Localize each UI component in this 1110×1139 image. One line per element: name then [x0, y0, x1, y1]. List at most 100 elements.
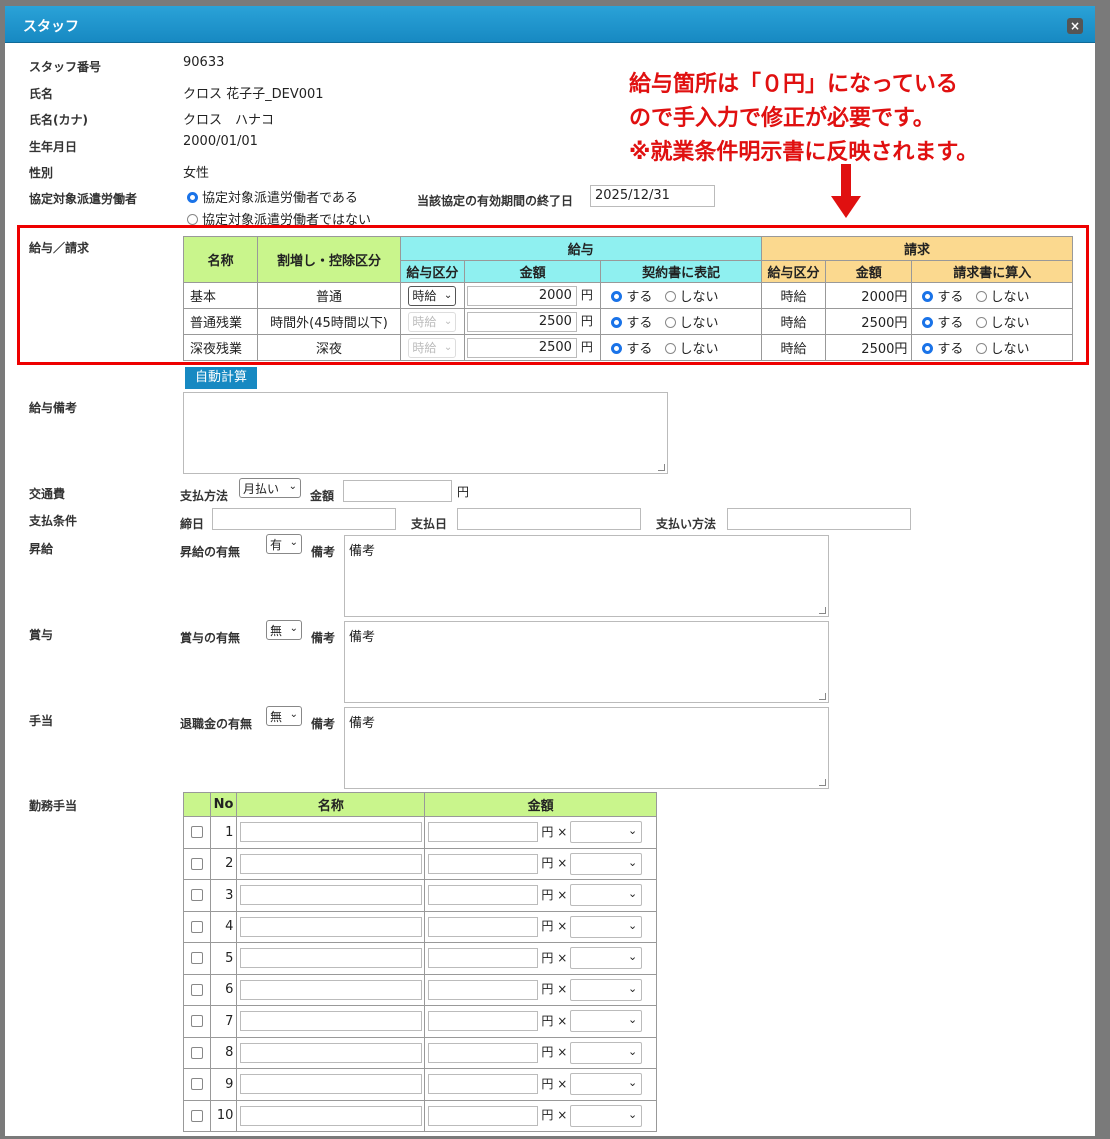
row-multiplier-select[interactable]: ⌄ [570, 821, 643, 844]
row-checkbox[interactable] [190, 983, 203, 996]
dispatch-yes-option[interactable]: 協定対象派遣労働者である [187, 187, 358, 206]
transport-amount-input[interactable] [343, 480, 452, 502]
row-suffix: 円 × [541, 856, 568, 871]
raise-select[interactable]: 有 ⌄ [266, 534, 302, 554]
row-amount-input[interactable] [428, 948, 539, 969]
row-name-input[interactable] [240, 916, 423, 937]
row-multiplier-select[interactable]: ⌄ [570, 915, 643, 938]
row-checkbox[interactable] [190, 1109, 203, 1122]
row-no: 2 [209, 847, 238, 880]
radio-unselected-icon[interactable] [187, 214, 198, 225]
chevron-down-icon: ⌄ [628, 950, 638, 964]
row-name-input[interactable] [240, 822, 423, 843]
header-name: 名称 [236, 792, 426, 817]
table-row: 3 円 × ⌄ [183, 879, 657, 912]
row-check-cell [183, 973, 211, 1006]
row-multiplier-select[interactable]: ⌄ [570, 884, 643, 907]
row-amount-input[interactable] [428, 885, 539, 906]
row-name-input[interactable] [240, 979, 423, 1000]
resize-grip-icon[interactable] [658, 464, 665, 471]
row-suffix: 円 × [541, 982, 568, 997]
row-amount-input[interactable] [428, 1011, 539, 1032]
row-multiplier-select[interactable]: ⌄ [570, 1041, 643, 1064]
bonus-sub-label: 賞与の有無 [180, 631, 241, 645]
salary-note-textarea[interactable] [183, 392, 668, 474]
row-name-cell [236, 910, 426, 943]
row-name-input[interactable] [240, 948, 423, 969]
row-multiplier-select[interactable]: ⌄ [570, 1104, 643, 1127]
transport-method-select[interactable]: 月払い ⌄ [239, 478, 301, 498]
raise-note-textarea[interactable]: 備考 [344, 535, 829, 617]
row-checkbox[interactable] [190, 857, 203, 870]
row-name-input[interactable] [240, 1011, 423, 1032]
row-amount-input[interactable] [428, 1042, 539, 1063]
row-amount-input[interactable] [428, 822, 539, 843]
birth-value: 2000/01/01 [183, 134, 258, 149]
row-suffix: 円 × [541, 1108, 568, 1123]
row-amount-input[interactable] [428, 979, 539, 1000]
bonus-note-label: 備考 [311, 631, 336, 645]
row-name-input[interactable] [240, 1042, 423, 1063]
allowance-note-label: 備考 [311, 717, 336, 731]
bonus-select[interactable]: 無 ⌄ [266, 620, 302, 640]
chevron-down-icon: ⌄ [289, 623, 298, 634]
allowance-select[interactable]: 無 ⌄ [266, 706, 302, 726]
row-checkbox[interactable] [190, 1046, 203, 1059]
chevron-down-icon: ⌄ [628, 855, 638, 869]
row-multiplier-select[interactable]: ⌄ [570, 1073, 643, 1096]
row-amount-cell: 円 × ⌄ [424, 1099, 657, 1132]
row-name-input[interactable] [240, 853, 423, 874]
allowance-note-textarea[interactable]: 備考 [344, 707, 829, 789]
row-multiplier-select[interactable]: ⌄ [570, 852, 643, 875]
expiry-input[interactable]: 2025/12/31 [590, 185, 715, 207]
row-amount-input[interactable] [428, 1105, 539, 1126]
radio-selected-icon[interactable] [187, 192, 198, 203]
row-suffix: 円 × [541, 1013, 568, 1028]
close-icon[interactable]: × [1067, 18, 1083, 34]
row-check-cell [183, 1099, 211, 1132]
name-label: 氏名 [29, 87, 54, 101]
table-row: 7 円 × ⌄ [183, 1005, 657, 1038]
row-amount-input[interactable] [428, 853, 539, 874]
raise-sub-label: 昇給の有無 [180, 545, 241, 559]
pay-method-input[interactable] [727, 508, 911, 530]
resize-grip-icon[interactable] [819, 779, 826, 786]
gender-value: 女性 [183, 166, 210, 181]
table-row: 9 円 × ⌄ [183, 1068, 657, 1101]
down-arrow-icon [831, 164, 861, 218]
row-name-input[interactable] [240, 1074, 423, 1095]
row-checkbox[interactable] [190, 889, 203, 902]
pay-day-input[interactable] [457, 508, 641, 530]
row-checkbox[interactable] [190, 1078, 203, 1091]
auto-calc-button[interactable]: 自動計算 [185, 367, 257, 389]
row-amount-cell: 円 × ⌄ [424, 910, 657, 943]
row-multiplier-select[interactable]: ⌄ [570, 1010, 643, 1033]
bonus-label: 賞与 [29, 628, 54, 642]
title-bar: スタッフ × [5, 6, 1095, 43]
row-name-cell [236, 1099, 426, 1132]
row-multiplier-select[interactable]: ⌄ [570, 978, 643, 1001]
header-check [183, 792, 211, 817]
row-name-input[interactable] [240, 1105, 423, 1126]
row-checkbox[interactable] [190, 952, 203, 965]
row-checkbox[interactable] [190, 826, 203, 839]
row-name-input[interactable] [240, 885, 423, 906]
row-check-cell [183, 1005, 211, 1038]
closing-day-input[interactable] [212, 508, 396, 530]
transport-label: 交通費 [29, 487, 66, 501]
row-checkbox[interactable] [190, 1015, 203, 1028]
payment-label: 支払条件 [29, 514, 78, 528]
work-allowance-label: 勤務手当 [29, 799, 78, 813]
resize-grip-icon[interactable] [819, 607, 826, 614]
row-amount-input[interactable] [428, 916, 539, 937]
row-amount-cell: 円 × ⌄ [424, 973, 657, 1006]
resize-grip-icon[interactable] [819, 693, 826, 700]
row-checkbox[interactable] [190, 920, 203, 933]
row-multiplier-select[interactable]: ⌄ [570, 947, 643, 970]
row-check-cell [183, 1036, 211, 1069]
row-amount-input[interactable] [428, 1074, 539, 1095]
bonus-note-textarea[interactable]: 備考 [344, 621, 829, 703]
pay-method-label: 支払い方法 [656, 517, 717, 531]
allowance-sub-label: 退職金の有無 [180, 717, 253, 731]
kana-label: 氏名(カナ) [29, 113, 88, 127]
